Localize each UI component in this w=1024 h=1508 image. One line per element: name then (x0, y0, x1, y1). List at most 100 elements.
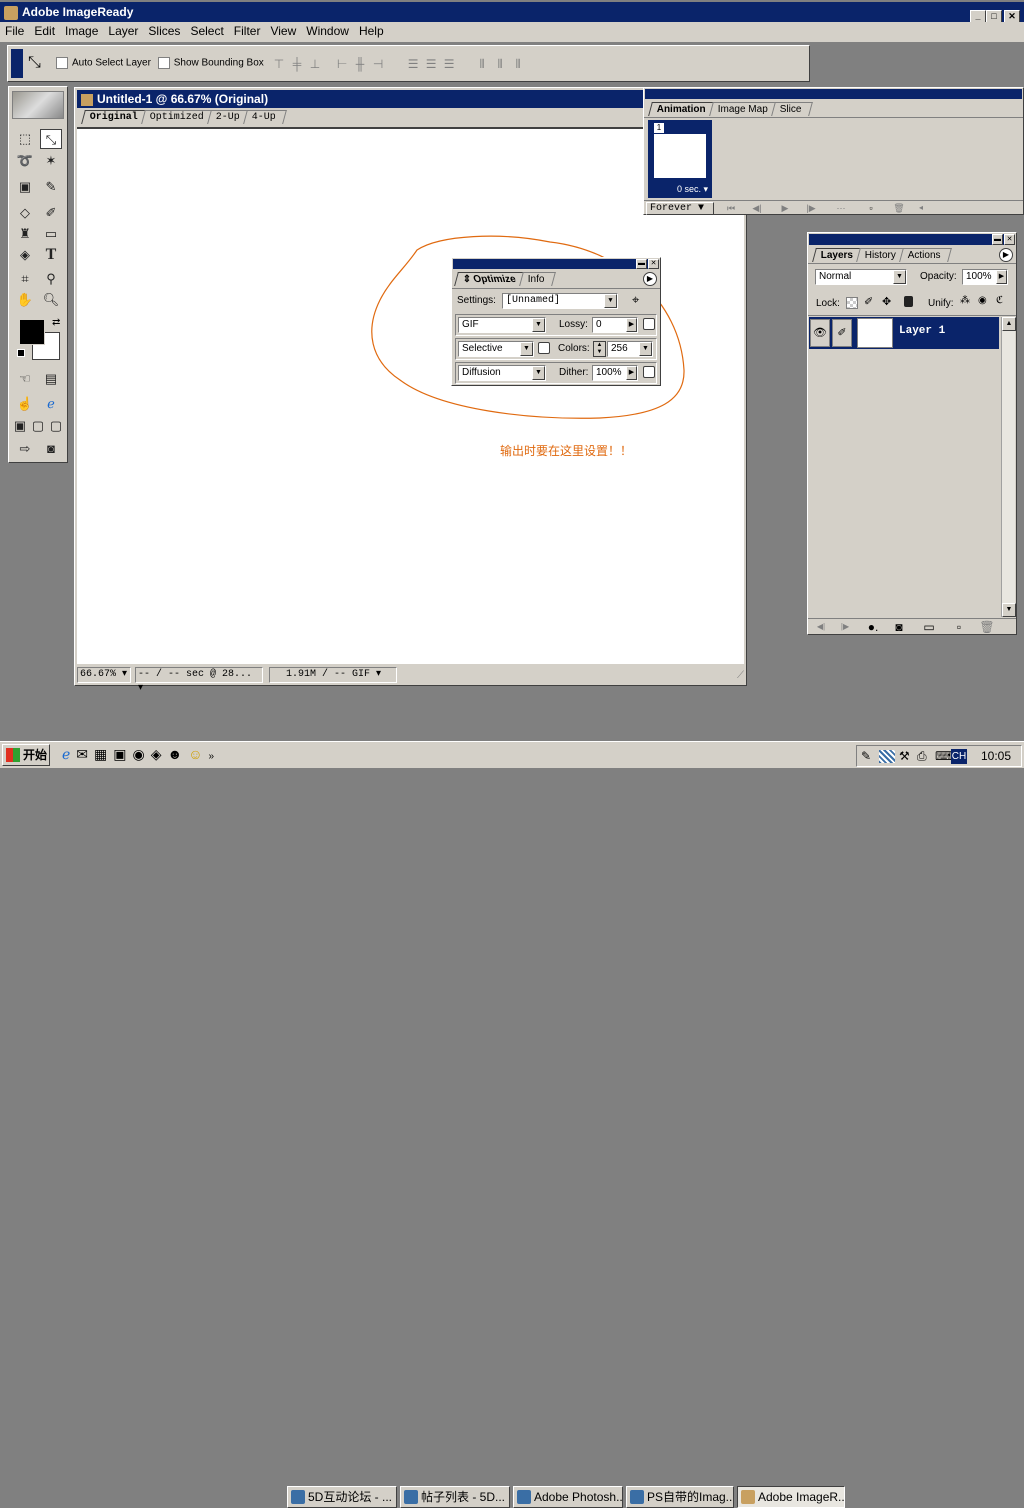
toggle-slice-visibility-icon[interactable]: ☜ (14, 369, 36, 389)
layers-scrollbar[interactable]: ▲ ▼ (1001, 317, 1016, 617)
qq-penguin-icon[interactable]: ☻ (168, 746, 183, 762)
tray-printer-icon[interactable]: ⎙ (917, 749, 927, 764)
start-button[interactable]: 开始 (2, 744, 50, 766)
qq-icon[interactable]: ◉ (133, 746, 145, 762)
align-bottom-icon[interactable]: ⊥ (306, 56, 324, 72)
opacity-field[interactable]: 100% ▶ (962, 269, 1008, 285)
align-left-icon[interactable]: ⊢ (333, 56, 351, 72)
delete-frame-icon[interactable]: 🗑︎ (890, 200, 908, 216)
distribute-vcenter-icon[interactable]: ☰ (422, 56, 440, 72)
default-colors-icon[interactable] (17, 349, 25, 357)
task-ps-imageready[interactable]: PS自带的Imag... (626, 1486, 734, 1508)
scroll-up-button[interactable]: ▲ (1002, 317, 1016, 331)
animation-scroll-left-icon[interactable]: ◂ (912, 200, 930, 216)
task-imageready[interactable]: Adobe ImageR... (737, 1486, 845, 1508)
menu-slices[interactable]: Slices (143, 22, 185, 40)
layer-row[interactable]: 👁︎ ✐ Layer 1 (809, 317, 999, 349)
preview-in-browser-icon[interactable]: ℯ (40, 394, 62, 414)
tab-4up[interactable]: 4-Up (243, 110, 287, 124)
blend-mode-select[interactable]: Normal ▼ (815, 269, 907, 285)
format-select[interactable]: GIF ▼ (458, 317, 546, 333)
colors-stepper[interactable]: ▲ ▼ (593, 341, 606, 357)
magic-wand-tool-icon[interactable]: ✶ (40, 151, 62, 171)
crop-image-tool-icon[interactable]: ▣ (14, 177, 36, 197)
ie-icon[interactable]: ℯ (62, 746, 70, 762)
swap-colors-icon[interactable]: ⇄ (52, 317, 60, 328)
auto-select-checkbox[interactable] (56, 57, 68, 69)
lossy-field[interactable]: 0 ▶ (592, 317, 638, 333)
layers-next-icon[interactable]: |▶ (836, 619, 854, 635)
marquee-tool-icon[interactable]: ⬚ (14, 129, 36, 149)
move-tool-icon[interactable]: ⤡ (28, 54, 41, 72)
menu-layer[interactable]: Layer (103, 22, 143, 40)
tab-animation[interactable]: Animation (648, 102, 717, 116)
lasso-tool-icon[interactable]: ➰ (14, 151, 36, 171)
menu-select[interactable]: Select (185, 22, 228, 40)
tab-optimized[interactable]: Optimized (141, 110, 215, 124)
app-launch-icon[interactable]: ◈ (151, 746, 162, 762)
layers-close-button[interactable]: ✕ (1004, 234, 1015, 245)
new-layer-icon[interactable]: ▫ (950, 619, 968, 635)
brush-tool-icon[interactable]: ✐ (40, 203, 62, 223)
crop-tool-icon[interactable]: ⌗ (14, 269, 36, 289)
align-vcenter-icon[interactable]: ╪ (288, 56, 306, 72)
paint-bucket-tool-icon[interactable]: ◈ (14, 245, 36, 265)
task-post-list[interactable]: 帖子列表 - 5D... (400, 1486, 510, 1508)
distribute-right-icon[interactable]: ⫴ (509, 56, 527, 72)
rectangle-tool-icon[interactable]: ▭ (40, 224, 62, 244)
next-frame-icon[interactable]: |▶ (802, 200, 820, 216)
tray-network-icon[interactable] (879, 750, 895, 763)
task-5d-forum[interactable]: 5D互动论坛 - ... (287, 1486, 397, 1508)
rollover-preview-icon[interactable]: ☝ (14, 394, 36, 414)
tray-ime-icon[interactable]: ⌨ (935, 749, 952, 763)
more-quicklaunch-icon[interactable]: » (209, 751, 215, 762)
unify-position-icon[interactable]: ⁂ (960, 295, 970, 306)
loop-select[interactable]: Forever ▼ (646, 202, 714, 215)
eraser-tool-icon[interactable]: ◇ (14, 203, 36, 223)
task-photoshop[interactable]: Adobe Photosh... (513, 1486, 623, 1508)
colors-field[interactable]: 256 ▼ (607, 341, 653, 357)
optimize-menu-button[interactable]: ▶ (643, 272, 657, 286)
lock-paint-icon[interactable]: ✐ (864, 295, 873, 308)
resize-grip-icon[interactable]: ⟋ (737, 670, 744, 682)
unify-style-icon[interactable]: ℭ (996, 295, 1003, 306)
tween-icon[interactable]: ⋯ (832, 200, 850, 216)
slice-tool-icon[interactable]: ✎ (40, 177, 62, 197)
distribute-hcenter-icon[interactable]: ⫴ (491, 56, 509, 72)
layers-prev-icon[interactable]: ◀| (812, 619, 830, 635)
standard-screen-mode-icon[interactable]: ▣ (11, 416, 29, 436)
lock-all-icon[interactable] (904, 296, 913, 307)
toggle-image-map-icon[interactable]: ▤ (40, 369, 62, 389)
tab-actions[interactable]: Actions (899, 248, 953, 262)
menu-filter[interactable]: Filter (229, 22, 266, 40)
tab-optimize[interactable]: ⇕ Optimize (454, 272, 528, 286)
layers-menu-button[interactable]: ▶ (999, 248, 1013, 262)
media-icon[interactable]: ▣ (113, 746, 126, 762)
eyedropper-tool-icon[interactable]: ⚲ (40, 269, 62, 289)
align-top-icon[interactable]: ⊤ (270, 56, 288, 72)
distribute-top-icon[interactable]: ☰ (404, 56, 422, 72)
animation-frame[interactable]: 1 0 sec. ▾ (648, 120, 712, 198)
dither-mask-icon[interactable] (643, 366, 655, 378)
smiley-icon[interactable]: ☺ (188, 746, 202, 762)
new-layer-set-icon[interactable]: ▭ (920, 619, 938, 635)
palette-select[interactable]: Selective ▼ (458, 341, 534, 357)
full-screen-menu-mode-icon[interactable]: ▢ (29, 416, 47, 436)
stamp-tool-icon[interactable]: ♜ (14, 224, 36, 244)
optimize-menu-icon[interactable]: ⌖ (632, 292, 639, 308)
delete-layer-icon[interactable]: 🗑︎ (978, 619, 996, 635)
menu-view[interactable]: View (265, 22, 301, 40)
tray-pen-icon[interactable]: ✎ (861, 749, 871, 763)
frame-delay[interactable]: 0 sec. ▾ (677, 184, 708, 195)
unify-visibility-icon[interactable]: ◉ (978, 295, 987, 306)
lock-transparency-icon[interactable] (846, 297, 858, 309)
full-screen-mode-icon[interactable]: ▢ (47, 416, 65, 436)
align-right-icon[interactable]: ⊣ (369, 56, 387, 72)
menu-help[interactable]: Help (354, 22, 389, 40)
hand-tool-icon[interactable]: ✋ (14, 290, 36, 310)
layers-collapse-button[interactable]: ▬ (992, 234, 1003, 245)
photoshop-icon[interactable]: ◙ (40, 439, 62, 459)
previous-frame-icon[interactable]: ◀| (748, 200, 766, 216)
tab-original[interactable]: Original (81, 110, 149, 124)
menu-image[interactable]: Image (60, 22, 103, 40)
